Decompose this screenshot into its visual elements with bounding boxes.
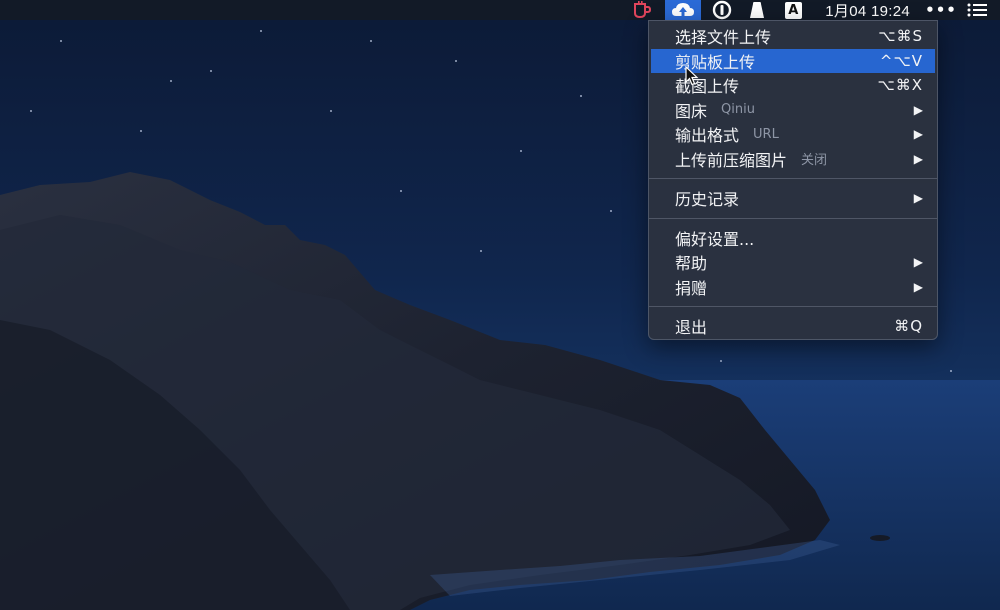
menu-separator <box>649 178 937 179</box>
menu-item-label: 历史记录 <box>675 190 740 210</box>
menubar-clock[interactable]: 1月04 19:24 <box>825 0 910 20</box>
input-source-label: A <box>784 1 802 19</box>
menu-item-label: 帮助 <box>675 254 708 274</box>
menu-separator <box>649 217 937 219</box>
menu-item-select-file-upload[interactable]: 选择文件上传 ⌥⌘S <box>649 24 937 49</box>
menu-item-history[interactable]: 历史记录 ▶ <box>649 186 937 211</box>
submenu-arrow-icon: ▶ <box>913 279 923 294</box>
menu-item-label: 图床 <box>675 101 708 121</box>
menu-item-shortcut: ^⌥V <box>879 51 923 70</box>
menu-item-quit[interactable]: 退出 ⌘Q <box>649 314 937 339</box>
input-source-icon[interactable]: A <box>781 0 805 20</box>
menu-item-current-value: 关闭 <box>801 153 828 169</box>
menu-item-label: 退出 <box>675 318 708 338</box>
menu-item-output-format[interactable]: 输出格式 URL ▶ <box>649 122 937 147</box>
menu-item-label: 输出格式 <box>675 126 740 146</box>
upload-app-icon[interactable] <box>665 0 702 20</box>
submenu-arrow-icon: ▶ <box>913 127 923 142</box>
notification-center-icon[interactable] <box>962 0 992 20</box>
submenu-arrow-icon: ▶ <box>913 102 923 117</box>
app-shape-icon[interactable] <box>745 0 769 20</box>
menu-item-label: 上传前压缩图片 <box>675 150 788 170</box>
menu-item-compress-before-upload[interactable]: 上传前压缩图片 关闭 ▶ <box>649 147 937 172</box>
menu-item-current-value: URL <box>753 126 779 142</box>
menu-item-image-host[interactable]: 图床 Qiniu ▶ <box>649 98 937 123</box>
mouse-cursor-icon <box>685 66 699 86</box>
menu-item-label: 捐赠 <box>675 278 708 298</box>
menu-item-donate[interactable]: 捐赠 ▶ <box>649 275 937 300</box>
menu-item-preferences[interactable]: 偏好设置... <box>649 226 937 251</box>
submenu-arrow-icon: ▶ <box>913 151 923 166</box>
menu-bar: A 1月04 19:24 ••• <box>0 0 1000 20</box>
coffee-cup-icon[interactable] <box>629 0 655 20</box>
menu-separator <box>649 306 937 307</box>
submenu-arrow-icon: ▶ <box>913 191 923 206</box>
menu-item-current-value: Qiniu <box>721 102 755 118</box>
submenu-arrow-icon: ▶ <box>913 255 923 270</box>
menu-item-label: 偏好设置... <box>675 229 755 249</box>
menu-item-label: 选择文件上传 <box>675 28 772 48</box>
password-manager-icon[interactable] <box>709 0 735 20</box>
menu-item-shortcut: ⌥⌘X <box>877 76 923 95</box>
menu-item-help[interactable]: 帮助 ▶ <box>649 250 937 275</box>
menu-item-shortcut: ⌘Q <box>894 317 923 336</box>
menu-item-shortcut: ⌥⌘S <box>878 27 923 46</box>
more-icon[interactable]: ••• <box>925 0 956 20</box>
